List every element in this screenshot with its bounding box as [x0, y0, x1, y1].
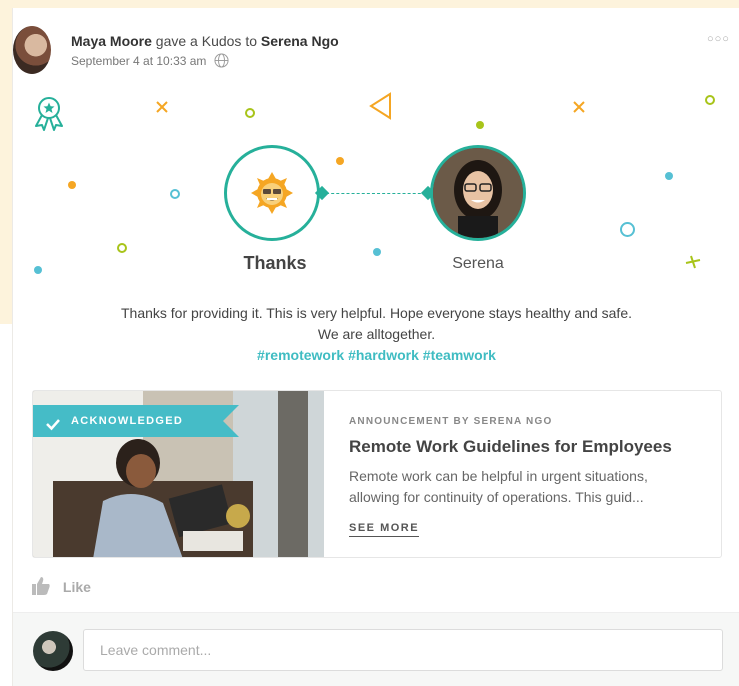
confetti-ring-blue-2 [620, 222, 635, 237]
confetti-x-orange-2 [572, 100, 586, 119]
confetti-dot-blue-3 [34, 266, 42, 274]
globe-icon [214, 53, 229, 68]
confetti-dot-blue-2 [373, 248, 381, 256]
hashtag-link[interactable]: #remotework [257, 347, 344, 363]
current-user-avatar [33, 631, 73, 671]
confetti-x-green [684, 254, 702, 275]
confetti-ring-blue [170, 189, 180, 199]
confetti-ring-green-3 [117, 243, 127, 253]
post-meta: September 4 at 10:33 am [71, 53, 229, 68]
author-name[interactable]: Maya Moore [71, 33, 152, 49]
kudos-badge-label: Thanks [243, 253, 307, 273]
post-timestamp[interactable]: September 4 at 10:33 am [71, 54, 206, 68]
confetti-dot-blue [665, 172, 673, 180]
kudos-message: Thanks for providing it. This is very he… [13, 303, 739, 366]
recipient-label: Serena [452, 255, 504, 272]
check-icon [45, 413, 61, 431]
more-dots-icon[interactable]: ○○○ [707, 33, 730, 45]
confetti-x-orange [155, 100, 169, 119]
announcement-title[interactable]: Remote Work Guidelines for Employees [349, 437, 672, 457]
recipient-photo[interactable] [430, 145, 526, 241]
hashtag-link[interactable]: #teamwork [423, 347, 496, 363]
acknowledged-badge: ACKNOWLEDGED [33, 405, 239, 437]
confetti-triangle-orange [368, 92, 394, 125]
confetti-dot-orange-2 [336, 157, 344, 165]
announcement-card[interactable]: ACKNOWLEDGED ANNOUNCEMENT BY SERENA NGO … [32, 390, 722, 558]
comment-area [13, 612, 739, 686]
kudos-badge [224, 145, 320, 241]
like-button[interactable]: Like [31, 576, 91, 596]
see-more-link[interactable]: SEE MORE [349, 522, 420, 537]
announcement-description: Remote work can be helpful in urgent sit… [349, 468, 648, 505]
comment-input[interactable] [83, 629, 723, 671]
action-text: gave a Kudos to [151, 33, 261, 49]
thumbs-up-icon [31, 576, 51, 596]
award-ribbon-icon [31, 94, 67, 134]
like-label: Like [62, 579, 91, 595]
confetti-dot-green [476, 121, 484, 129]
confetti-ring-green-2 [705, 95, 715, 105]
kudos-connector [321, 193, 431, 194]
message-line-2: We are alltogether. [317, 326, 436, 342]
recipient-name[interactable]: Serena Ngo [261, 33, 339, 49]
kudos-post-card: Maya Moore gave a Kudos to Serena Ngo Se… [12, 8, 739, 686]
announcement-kicker: ANNOUNCEMENT BY SERENA NGO [349, 416, 553, 427]
hashtag-link[interactable]: #hardwork [348, 347, 419, 363]
confetti-ring-green [245, 108, 255, 118]
post-header: Maya Moore gave a Kudos to Serena Ngo [71, 33, 339, 49]
message-line-1: Thanks for providing it. This is very he… [120, 305, 632, 321]
confetti-dot-orange [68, 181, 76, 189]
sun-face-icon [249, 170, 295, 216]
hashtags: #remotework #hardwork #teamwork [13, 345, 739, 366]
author-avatar[interactable] [13, 26, 51, 74]
acknowledged-label: ACKNOWLEDGED [71, 415, 184, 427]
